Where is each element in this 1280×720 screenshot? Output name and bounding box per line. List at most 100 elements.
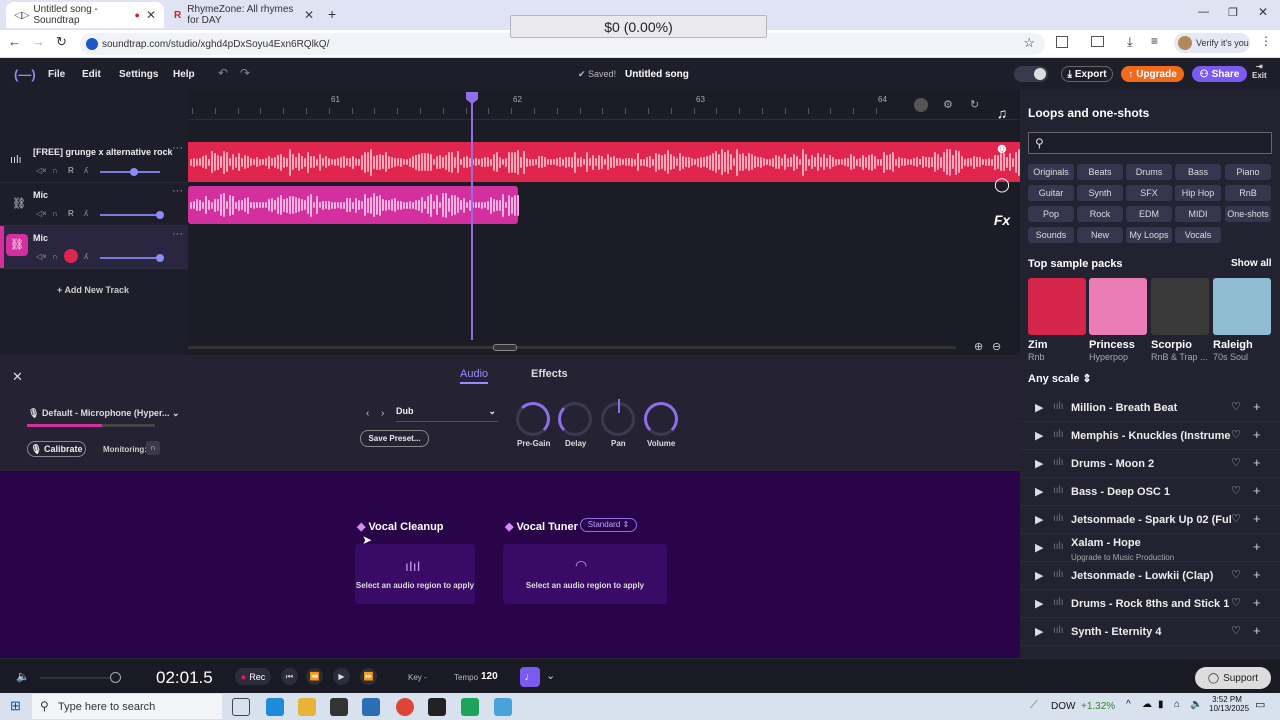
preset-prev-icon[interactable]: ‹: [366, 408, 369, 419]
file-explorer-icon[interactable]: [298, 698, 316, 716]
chrome-icon[interactable]: [396, 698, 414, 716]
clock[interactable]: 3:52 PM 10/13/2025: [1209, 695, 1249, 713]
speaker-icon[interactable]: 🔈: [16, 670, 30, 683]
loops-search-input[interactable]: ⚲: [1028, 132, 1272, 154]
volume-slider-knob[interactable]: [156, 211, 164, 219]
play-icon[interactable]: ▶: [1035, 401, 1043, 414]
timeline[interactable]: 61 62 63 64 ⚙ ↻ ⊕ ⊖: [188, 90, 1020, 355]
taskbar-search[interactable]: ⚲ Type here to search: [32, 694, 222, 719]
record-button[interactable]: ● Rec: [235, 668, 271, 685]
loop-item[interactable]: ▶ ıılı Synth - Eternity 4 ♡ +: [1020, 618, 1280, 646]
genre-chip[interactable]: Sounds: [1028, 227, 1074, 243]
settings-gear-icon[interactable]: ⚙: [943, 98, 953, 111]
mute-icon[interactable]: ◁×: [36, 166, 47, 175]
tab-soundtrap[interactable]: ◁▷ Untitled song - Soundtrap ● ✕: [6, 2, 164, 28]
track-menu-icon[interactable]: ···: [172, 142, 183, 154]
genre-chip[interactable]: One-shots: [1225, 206, 1271, 222]
loop-item[interactable]: ▶ ıılı Bass - Deep OSC 1 ♡ +: [1020, 478, 1280, 506]
metronome-icon[interactable]: [914, 98, 928, 112]
track-name[interactable]: Mic: [33, 233, 173, 243]
play-icon[interactable]: ▶: [1035, 597, 1043, 610]
play-icon[interactable]: ▶: [1035, 485, 1043, 498]
share-button[interactable]: ⚇ Share: [1192, 66, 1247, 82]
close-panel-icon[interactable]: ✕: [12, 369, 23, 385]
network-icon[interactable]: ⌂: [1174, 699, 1180, 710]
track-menu-icon[interactable]: ···: [172, 228, 183, 240]
menu-help[interactable]: Help: [173, 69, 195, 80]
loop-item[interactable]: ▶ ıılı Xalam - Hope Upgrade to Music Produc…: [1020, 534, 1280, 562]
download-icon[interactable]: ⤓: [1127, 34, 1133, 50]
app-icon[interactable]: [461, 698, 479, 716]
automation-icon[interactable]: ʎ: [84, 252, 88, 261]
task-view-icon[interactable]: [232, 698, 250, 716]
tempo-value[interactable]: 120: [481, 671, 498, 682]
automation-icon[interactable]: ʎ: [84, 209, 88, 218]
mic-source-select[interactable]: 🎙 Default - Microphone (Hyper... ⌄: [28, 408, 180, 419]
fx-icon[interactable]: Fx: [991, 209, 1013, 231]
epic-games-icon[interactable]: [428, 698, 446, 716]
add-icon[interactable]: +: [1253, 483, 1261, 498]
chat-icon[interactable]: ◯: [991, 173, 1013, 195]
play-icon[interactable]: ▶: [1035, 429, 1043, 442]
windows-start-icon[interactable]: ⊞: [10, 698, 21, 714]
headphones-icon[interactable]: ∩: [52, 166, 58, 175]
genre-chip[interactable]: RnB: [1225, 185, 1271, 201]
sample-pack[interactable]: Princess Hyperpop: [1089, 278, 1147, 362]
skip-start-icon[interactable]: ⏮: [281, 668, 298, 685]
volume-slider[interactable]: [100, 254, 164, 262]
loop-item[interactable]: ▶ ıılı Jetsonmade - Spark Up 02 (Full B...…: [1020, 506, 1280, 534]
volume-slider[interactable]: [100, 211, 164, 219]
track-row[interactable]: ıılı [FREE] grunge x alternative rock ..…: [0, 140, 188, 183]
key-selector[interactable]: Key -: [408, 673, 427, 682]
add-icon[interactable]: +: [1253, 427, 1261, 442]
menu-file[interactable]: File: [48, 69, 65, 80]
tab-audio[interactable]: Audio: [460, 368, 489, 384]
loop-icon[interactable]: ↻: [970, 98, 979, 111]
playhead[interactable]: [466, 92, 478, 340]
menu-edit[interactable]: Edit: [82, 69, 101, 80]
headphones-icon[interactable]: ∩: [52, 209, 58, 218]
genre-chip[interactable]: Beats: [1077, 164, 1123, 180]
new-tab-icon[interactable]: +: [328, 6, 336, 22]
genre-chip[interactable]: Drums: [1126, 164, 1172, 180]
close-tab-icon[interactable]: ✕: [146, 8, 156, 22]
genre-chip[interactable]: New: [1077, 227, 1123, 243]
back-icon[interactable]: ←: [8, 34, 21, 49]
soundtrap-logo[interactable]: (—): [14, 67, 36, 82]
stock-name[interactable]: DOW: [1051, 701, 1075, 712]
vocal-tuner-card[interactable]: ◠ Select an audio region to apply: [503, 544, 667, 604]
volume-slider-knob[interactable]: [156, 254, 164, 262]
add-track-button[interactable]: + Add New Track: [57, 285, 129, 295]
tab-effects[interactable]: Effects: [531, 368, 568, 380]
volume-knob[interactable]: [644, 402, 678, 436]
pan-knob[interactable]: [601, 399, 635, 436]
record-arm-button[interactable]: R: [68, 209, 74, 218]
genre-chip[interactable]: Synth: [1077, 185, 1123, 201]
volume-slider[interactable]: [100, 168, 160, 176]
play-icon[interactable]: ▶: [1035, 541, 1043, 554]
genre-chip[interactable]: Vocals: [1175, 227, 1221, 243]
vocal-cleanup-card[interactable]: ıIıI Select an audio region to apply: [355, 544, 475, 604]
genre-chip[interactable]: SFX: [1126, 185, 1172, 201]
track-row-selected[interactable]: ⛓ Mic ··· ◁× ∩ ʎ: [0, 226, 188, 269]
genre-chip[interactable]: Piano: [1225, 164, 1271, 180]
calibrate-button[interactable]: 🎙 Calibrate: [27, 441, 86, 457]
loop-item[interactable]: ▶ ıılı Million - Breath Beat ♡ +: [1020, 394, 1280, 422]
loop-item[interactable]: ▶ ıılı Drums - Moon 2 ♡ +: [1020, 450, 1280, 478]
track-menu-icon[interactable]: ···: [172, 185, 183, 197]
volume-icon[interactable]: 🔈: [1190, 699, 1202, 710]
theme-toggle[interactable]: [1014, 66, 1048, 82]
volume-slider-knob[interactable]: [130, 168, 138, 176]
more-menu-icon[interactable]: ⋮: [1260, 34, 1272, 48]
preset-next-icon[interactable]: ›: [381, 408, 384, 419]
scroll-thumb[interactable]: [493, 344, 517, 351]
heart-icon[interactable]: ♡: [1231, 484, 1241, 497]
bookmark-star-icon[interactable]: ☆: [1023, 35, 1035, 51]
genre-chip[interactable]: My Loops: [1126, 227, 1172, 243]
undo-icon[interactable]: ↶: [218, 66, 228, 80]
close-tab-icon[interactable]: ✕: [304, 8, 314, 22]
sample-pack[interactable]: Zim Rnb: [1028, 278, 1086, 362]
add-icon[interactable]: +: [1253, 511, 1261, 526]
site-info-icon[interactable]: [86, 38, 98, 50]
split-view-icon[interactable]: [1091, 36, 1104, 47]
